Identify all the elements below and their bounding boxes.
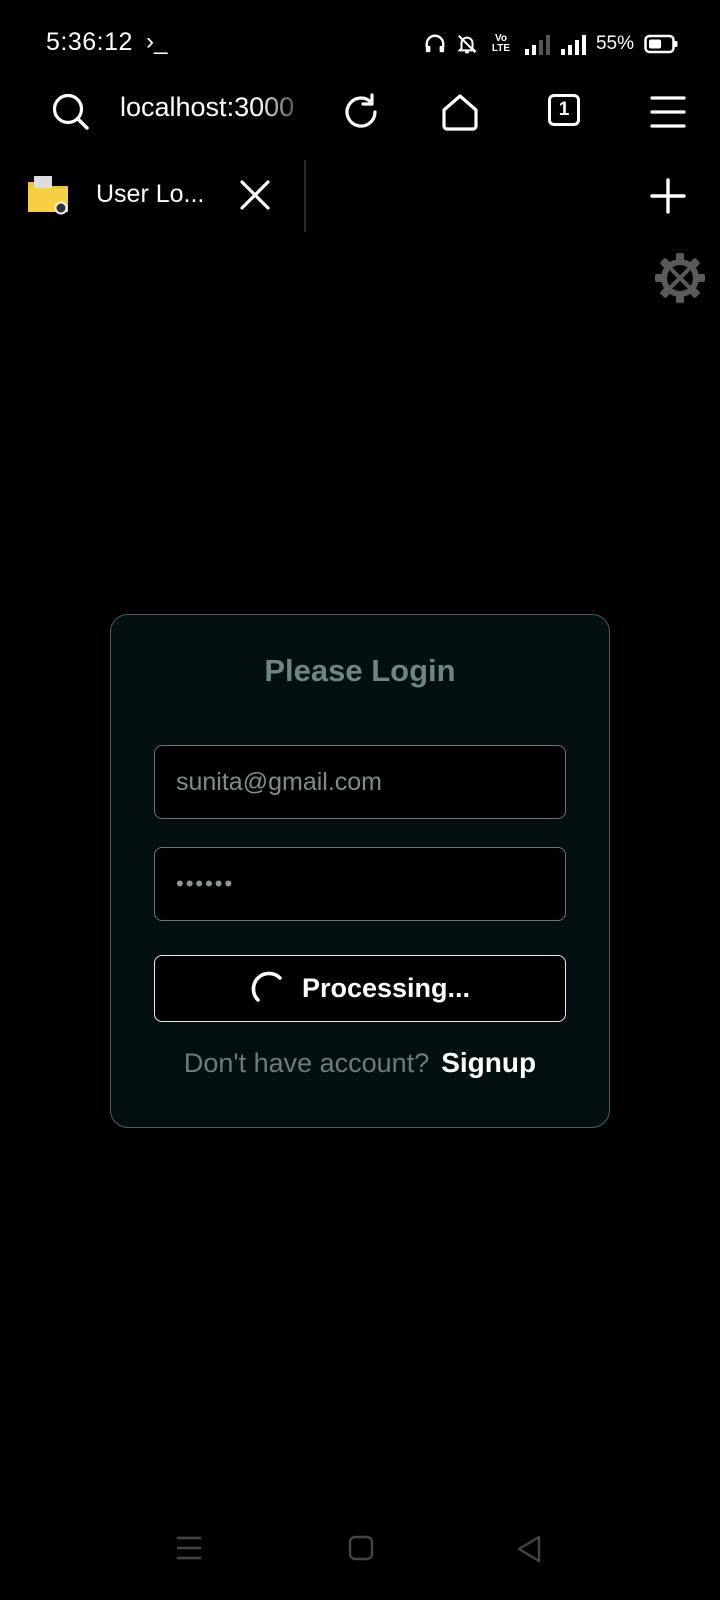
back-nav-icon[interactable] <box>516 1535 542 1563</box>
search-icon[interactable] <box>52 93 90 131</box>
battery-percent: 55% <box>595 33 634 54</box>
close-tab-icon[interactable] <box>240 180 270 210</box>
email-field[interactable]: sunita@gmail.com <box>154 745 566 819</box>
home-icon[interactable] <box>440 92 480 132</box>
headphones-icon <box>425 34 445 53</box>
devtools-gear-icon[interactable] <box>654 252 706 304</box>
tab-title[interactable]: User Lo... <box>96 180 204 209</box>
status-icons: Vo LTE 55% <box>424 30 678 58</box>
signup-prompt: Don't have account? Signup <box>111 1047 609 1079</box>
login-button-label: Processing... <box>301 973 471 1003</box>
terminal-icon: ›_ <box>146 28 168 55</box>
recents-nav-icon[interactable] <box>176 1535 202 1561</box>
tab-switcher-button[interactable]: 1 <box>548 94 580 126</box>
reload-icon[interactable] <box>342 93 380 131</box>
password-field[interactable]: •••••• <box>154 847 566 921</box>
email-value: sunita@gmail.com <box>176 767 383 796</box>
login-title: Please Login <box>264 653 456 688</box>
menu-icon[interactable] <box>650 95 686 129</box>
battery-icon <box>644 34 678 54</box>
status-time: 5:36:12 <box>46 28 133 56</box>
folder-favicon-icon <box>28 176 68 215</box>
login-button[interactable]: Processing... <box>154 955 566 1022</box>
signal-strong-icon <box>560 35 586 55</box>
password-value: •••••• <box>176 871 235 896</box>
signal-weak-icon <box>524 35 550 55</box>
new-tab-icon[interactable] <box>650 178 686 214</box>
signup-link[interactable]: Signup <box>441 1047 536 1079</box>
loading-spinner-icon <box>251 971 282 1002</box>
bell-muted-icon <box>457 35 477 54</box>
signup-prompt-text: Don't have account? <box>183 1048 430 1078</box>
tab-divider <box>304 160 306 232</box>
address-bar[interactable]: localhost:3000 <box>120 92 312 123</box>
volte-icon: Vo LTE <box>491 33 511 54</box>
home-nav-icon[interactable] <box>348 1535 374 1561</box>
login-card: Please Login sunita@gmail.com •••••• Pro… <box>110 614 610 1128</box>
